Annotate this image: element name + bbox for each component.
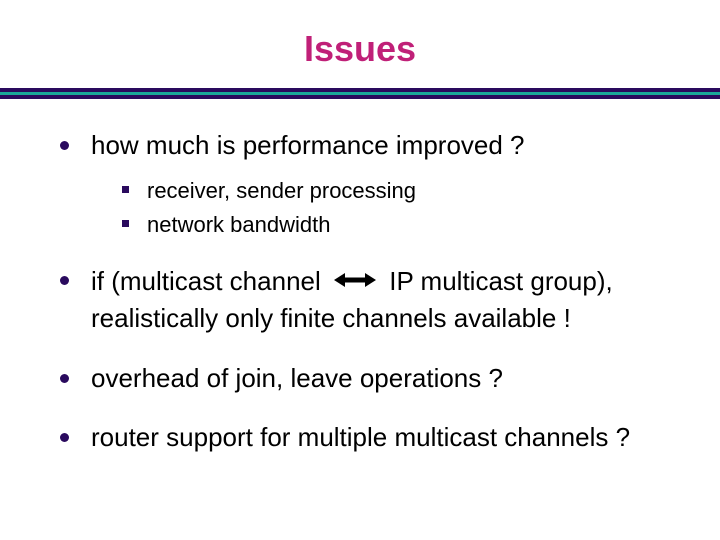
sub-bullet-text: network bandwidth	[147, 211, 330, 240]
circle-bullet-icon	[60, 141, 69, 150]
circle-bullet-icon	[60, 276, 69, 285]
slide-body: how much is performance improved ? recei…	[0, 99, 720, 455]
bullet-text: overhead of join, leave operations ?	[91, 362, 503, 396]
bullet-item: if (multicast channel IP multicast group…	[60, 264, 670, 336]
sub-bullet-text: receiver, sender processing	[147, 177, 416, 206]
sub-bullet-item: network bandwidth	[122, 211, 670, 240]
title-rule	[0, 88, 720, 99]
bullet-text: if (multicast channel IP multicast group…	[91, 264, 670, 336]
circle-bullet-icon	[60, 374, 69, 383]
square-bullet-icon	[122, 186, 129, 193]
slide-title: Issues	[0, 0, 720, 88]
bullet-text: router support for multiple multicast ch…	[91, 421, 630, 455]
sub-bullet-item: receiver, sender processing	[122, 177, 670, 206]
bullet-item: overhead of join, leave operations ?	[60, 362, 670, 396]
bullet-text: how much is performance improved ?	[91, 129, 525, 163]
slide: Issues how much is performance improved …	[0, 0, 720, 540]
bullet-item: router support for multiple multicast ch…	[60, 421, 670, 455]
sub-bullet-group: receiver, sender processing network band…	[60, 171, 670, 264]
double-arrow-icon	[334, 264, 376, 298]
bullet-item: how much is performance improved ?	[60, 129, 670, 163]
bullet-text-pre: if (multicast channel	[91, 266, 321, 296]
square-bullet-icon	[122, 220, 129, 227]
circle-bullet-icon	[60, 433, 69, 442]
